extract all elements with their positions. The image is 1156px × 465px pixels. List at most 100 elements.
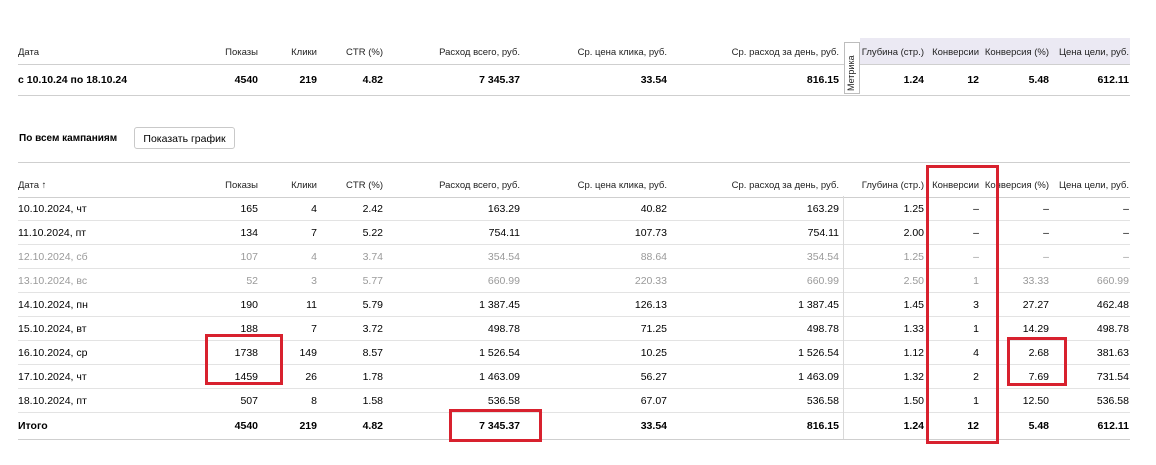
metrika-columns-divider (843, 196, 844, 439)
daily-col-header-date[interactable]: Дата ↑ (18, 180, 46, 191)
col-header-impressions[interactable]: Показы (198, 47, 258, 58)
row-depth: 1.12 (903, 347, 924, 359)
row-cpc: 71.25 (640, 323, 667, 335)
summary-daily-spend: 816.15 (806, 74, 839, 86)
row-date: 12.10.2024, сб (18, 251, 88, 263)
daily-col-header-daily-spend[interactable]: Ср. расход за день, руб. (678, 180, 839, 191)
row-depth: 1.32 (903, 371, 924, 383)
row-impressions: 52 (246, 275, 258, 287)
daily-col-header-ctr[interactable]: CTR (%) (328, 180, 383, 191)
row-daily-spend: 1 463.09 (798, 371, 839, 383)
summary-conversion-rate: 5.48 (1028, 74, 1049, 86)
col-header-date[interactable]: Дата (18, 47, 39, 58)
row-daily-spend: 754.11 (807, 227, 839, 239)
row-depth: 1.50 (903, 395, 924, 407)
row-ctr: 2.42 (362, 203, 383, 215)
row-impressions: 134 (240, 227, 258, 239)
total-ctr: 4.82 (362, 420, 383, 432)
row-clicks: 3 (311, 275, 317, 287)
summary-date-range: с 10.10.24 по 18.10.24 (18, 74, 128, 86)
daily-col-header-goal-cost[interactable]: Цена цели, руб. (1049, 180, 1129, 191)
daily-col-header-clicks[interactable]: Клики (268, 180, 317, 191)
total-impressions: 4540 (234, 420, 258, 432)
row-ctr: 1.58 (362, 395, 383, 407)
row-spend: 1 387.45 (479, 299, 520, 311)
metrika-tab-label: Метрика (846, 55, 856, 91)
row-goal-cost: 462.48 (1096, 299, 1129, 311)
row-date: 10.10.2024, чт (18, 203, 87, 215)
row-cpc: 56.27 (640, 371, 667, 383)
col-header-ctr[interactable]: CTR (%) (328, 47, 383, 58)
row-goal-cost: 498.78 (1096, 323, 1129, 335)
row-daily-spend: 536.58 (806, 395, 839, 407)
row-cpc: 10.25 (640, 347, 667, 359)
daily-col-header-impressions[interactable]: Показы (198, 180, 258, 191)
row-ctr: 5.79 (362, 299, 383, 311)
row-ctr: 1.78 (362, 371, 383, 383)
row-clicks: 4 (311, 203, 317, 215)
daily-col-header-cpc[interactable]: Ср. цена клика, руб. (538, 180, 667, 191)
row-clicks: 4 (311, 251, 317, 263)
col-header-depth[interactable]: Глубина (стр.) (860, 47, 924, 58)
row-cpc: 220.33 (634, 275, 667, 287)
row-cpc: 88.64 (640, 251, 667, 263)
annotation-box-conversion-rate-drop (1007, 337, 1067, 386)
row-ctr: 8.57 (362, 347, 383, 359)
col-header-conversions[interactable]: Конверсии (924, 47, 979, 58)
total-cpc: 33.54 (640, 420, 667, 432)
col-header-conversion-rate[interactable]: Конверсия (%) (979, 47, 1049, 58)
daily-col-header-depth[interactable]: Глубина (стр.) (860, 180, 924, 191)
annotation-box-conversions-column (926, 165, 999, 444)
row-goal-cost: 660.99 (1096, 275, 1129, 287)
row-daily-spend: 1 387.45 (798, 299, 839, 311)
summary-ctr: 4.82 (362, 74, 383, 86)
total-clicks: 219 (299, 420, 317, 432)
show-chart-button[interactable]: Показать график (134, 127, 235, 149)
row-ctr: 5.77 (362, 275, 383, 287)
row-date: 18.10.2024, пт (18, 395, 87, 407)
row-date: 14.10.2024, пн (18, 299, 88, 311)
total-label: Итого (18, 420, 48, 432)
row-spend: 498.78 (487, 323, 520, 335)
col-header-spend[interactable]: Расход всего, руб. (398, 47, 520, 58)
row-date: 11.10.2024, пт (18, 227, 87, 239)
metrika-toggle-tab[interactable]: Метрика (844, 42, 860, 94)
summary-depth: 1.24 (903, 74, 924, 86)
row-depth: 1.25 (903, 251, 924, 263)
row-spend: 354.54 (487, 251, 520, 263)
row-spend: 163.29 (487, 203, 520, 215)
row-date: 15.10.2024, вт (18, 323, 87, 335)
row-ctr: 5.22 (362, 227, 383, 239)
row-clicks: 7 (311, 227, 317, 239)
row-spend: 536.58 (487, 395, 520, 407)
summary-row: с 10.10.24 по 18.10.24 4540 219 4.82 7 3… (18, 64, 1130, 96)
row-impressions: 107 (240, 251, 258, 263)
row-goal-cost: – (1123, 203, 1129, 215)
total-depth: 1.24 (903, 420, 924, 432)
row-daily-spend: 354.54 (806, 251, 839, 263)
summary-cpc: 33.54 (640, 74, 667, 86)
row-daily-spend: 1 526.54 (798, 347, 839, 359)
row-goal-cost: – (1123, 227, 1129, 239)
col-header-clicks[interactable]: Клики (268, 47, 317, 58)
row-cpc: 67.07 (640, 395, 667, 407)
row-spend: 1 463.09 (479, 371, 520, 383)
row-ctr: 3.72 (362, 323, 383, 335)
row-spend: 1 526.54 (479, 347, 520, 359)
summary-clicks: 219 (299, 74, 317, 86)
col-header-cpc[interactable]: Ср. цена клика, руб. (538, 47, 667, 58)
row-depth: 2.00 (903, 227, 924, 239)
annotation-box-impressions-spike (205, 334, 283, 385)
summary-header-row: Дата Показы Клики CTR (%) Расход всего, … (18, 38, 1130, 64)
total-daily-spend: 816.15 (806, 420, 839, 432)
row-depth: 1.33 (903, 323, 924, 335)
col-header-daily-spend[interactable]: Ср. расход за день, руб. (678, 47, 839, 58)
daily-col-header-spend[interactable]: Расход всего, руб. (398, 180, 520, 191)
row-date: 13.10.2024, вс (18, 275, 88, 287)
row-impressions: 190 (240, 299, 258, 311)
summary-impressions: 4540 (234, 74, 258, 86)
col-header-goal-cost[interactable]: Цена цели, руб. (1049, 47, 1129, 58)
row-ctr: 3.74 (362, 251, 383, 263)
row-goal-cost: 536.58 (1096, 395, 1129, 407)
row-date: 16.10.2024, ср (18, 347, 88, 359)
